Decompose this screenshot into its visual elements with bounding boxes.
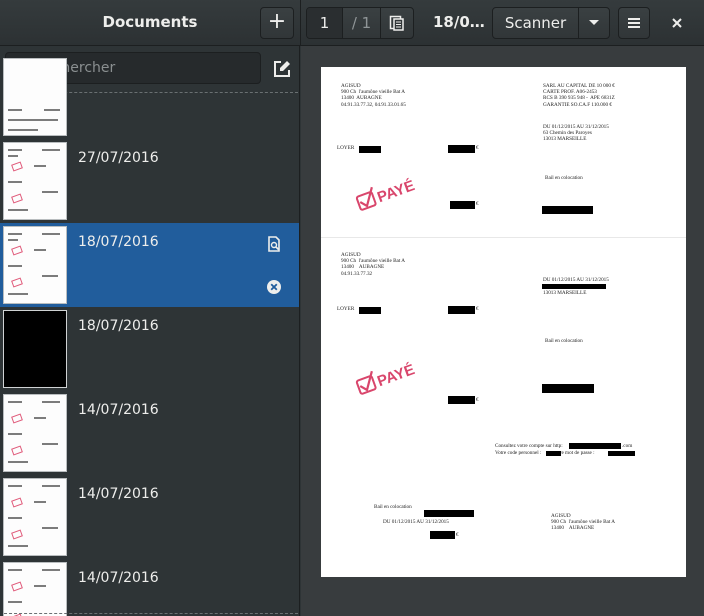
redaction (448, 145, 475, 153)
document-thumbnail (3, 226, 67, 304)
page-navigation: 1 / 1 (306, 7, 414, 39)
redaction (542, 284, 606, 289)
document-row[interactable]: 27/07/2016 (0, 139, 299, 223)
plus-icon: + (267, 9, 287, 34)
euro-sign: € (476, 306, 479, 312)
document-date: 18/07/2016 (78, 234, 159, 250)
sender-address: AGISUD 900 Ch l'aumône vieille Bat A 134… (551, 513, 616, 532)
period-label: DU 01/12/2015 AU 31/12/2015 (383, 519, 449, 525)
redaction (359, 146, 381, 153)
redaction (359, 307, 381, 314)
stamp-text: PAYÉ (375, 177, 417, 206)
page-view-button[interactable] (381, 8, 413, 38)
redaction (542, 206, 593, 214)
close-window-button[interactable] (668, 14, 686, 32)
stamp-text: PAYÉ (375, 361, 417, 390)
city-label: 13013 MARSEILLE (543, 290, 587, 296)
scanner-split-button: Scanner (492, 7, 610, 39)
total-pages-label: / 1 (343, 8, 381, 38)
document-row[interactable]: 14/07/2016 (0, 475, 299, 559)
euro-sign: € (476, 145, 479, 151)
document-thumbnail (3, 478, 67, 556)
paid-stamp: PAYÉ (355, 361, 417, 395)
document-properties-icon[interactable] (266, 236, 282, 252)
document-row[interactable]: 14/07/2016 (0, 391, 299, 475)
euro-sign: € (476, 397, 479, 403)
company-info: SARL AU CAPITAL DE 10 000 € CARTE PROF. … (543, 83, 615, 108)
document-date: 14/07/2016 (78, 402, 159, 418)
scanned-page: AGISUD 900 Ch l'aumône vieille Bat A 134… (321, 67, 686, 577)
document-date: 14/07/2016 (78, 486, 159, 502)
period-address: DU 01/12/2015 AU 31/12/2015 63 Chemin de… (543, 124, 609, 143)
bail-label: Bail en colocation (374, 504, 412, 510)
redaction (448, 396, 475, 404)
personal-code-text: Votre code personnel : votre mot de pass… (495, 450, 595, 456)
main-menu-button[interactable] (618, 7, 650, 39)
page-fold-line (321, 237, 686, 238)
close-icon (672, 18, 682, 28)
document-list: 27/07/2016 18/07/2016 18/07/2016 14/07/2… (0, 58, 299, 616)
document-row[interactable] (0, 55, 299, 139)
consult-account-text: Consultez votre compte sur http: (495, 443, 563, 449)
redaction (430, 531, 455, 539)
redaction (424, 510, 474, 517)
document-thumbnail (3, 58, 67, 136)
pages-icon (389, 15, 404, 31)
document-thumbnail (3, 562, 67, 616)
paid-stamp: PAYÉ (355, 177, 417, 211)
euro-sign: € (456, 532, 459, 538)
header-separator (300, 0, 301, 46)
document-date: 14/07/2016 (78, 570, 159, 586)
sender-address: AGISUD 900 Ch l'aumône vieille Bat A 134… (341, 252, 406, 277)
loyer-label: LOYER (337, 145, 355, 151)
sender-address: AGISUD 900 Ch l'aumône vieille Bat A 134… (341, 83, 406, 108)
document-thumbnail (3, 394, 67, 472)
document-thumbnail (3, 310, 67, 388)
redaction (542, 384, 594, 393)
document-row[interactable]: 18/07/2016 (0, 307, 299, 391)
period-label: DU 01/12/2015 AU 31/12/2015 (543, 277, 609, 283)
add-document-button[interactable]: + (260, 7, 294, 39)
bail-label: Bail en colocation (545, 338, 583, 344)
redaction (448, 306, 475, 314)
chevron-down-icon (589, 20, 599, 25)
redaction (608, 451, 635, 456)
document-thumbnail (3, 142, 67, 220)
euro-sign: € (476, 201, 479, 207)
sidebar-title: Documents (102, 13, 198, 31)
redaction (569, 443, 621, 449)
document-date: 27/07/2016 (78, 150, 159, 166)
documents-sidebar: 27/07/2016 18/07/2016 (0, 46, 300, 616)
delete-icon[interactable] (266, 279, 282, 295)
redaction (546, 451, 561, 456)
header-bar: Documents + 1 / 1 18/0… Scanner (0, 0, 704, 46)
bail-label: Bail en colocation (545, 175, 583, 181)
redaction (450, 201, 475, 209)
document-row-selected[interactable]: 18/07/2016 (0, 223, 299, 307)
document-row[interactable]: 14/07/2016 (0, 559, 299, 616)
scan-button[interactable]: Scanner (493, 8, 579, 38)
loyer-label: LOYER (337, 306, 355, 312)
document-viewer[interactable]: AGISUD 900 Ch l'aumône vieille Bat A 134… (301, 46, 704, 616)
document-date: 18/07/2016 (78, 318, 159, 334)
list-bottom-border (4, 613, 298, 614)
consult-suffix: .com (622, 443, 633, 449)
hamburger-menu-icon (628, 18, 640, 28)
document-title: 18/0… (433, 13, 485, 31)
scanner-options-button[interactable] (579, 8, 609, 38)
current-page-input[interactable]: 1 (307, 8, 343, 38)
